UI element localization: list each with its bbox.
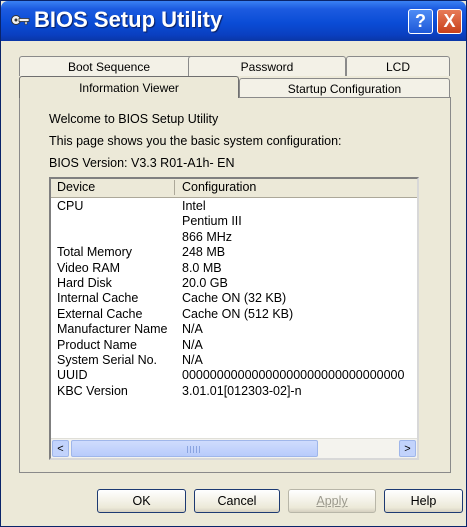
configuration-list[interactable]: Device Configuration CPU Intel Pentium II… xyxy=(49,177,419,460)
tab-startup-configuration[interactable]: Startup Configuration xyxy=(239,78,450,98)
value-cell: N/A xyxy=(182,352,203,367)
value-cell: Cache ON (512 KB) xyxy=(182,306,294,321)
value-cell: 866 MHz xyxy=(182,229,233,244)
table-row[interactable]: Hard Disk 20.0 GB xyxy=(51,276,417,291)
device-cell: KBC Version xyxy=(57,383,128,398)
device-cell: CPU xyxy=(57,199,84,213)
value-cell: N/A xyxy=(182,337,203,352)
value-cell: 248 MB xyxy=(182,245,226,260)
device-cell: Total Memory xyxy=(57,245,133,260)
table-row[interactable]: System Serial No. N/A xyxy=(51,353,417,368)
table-row[interactable]: External Cache Cache ON (512 KB) xyxy=(51,307,417,322)
value-cell: 3.01.01[012303-02]-n xyxy=(182,383,302,398)
device-cell: Video RAM xyxy=(57,260,120,275)
horizontal-scrollbar[interactable]: < > xyxy=(51,438,417,458)
table-row[interactable]: 866 MHz xyxy=(51,230,417,245)
table-row[interactable]: UUID 00000000000000000000000000000000 xyxy=(51,368,417,383)
bios-setup-window: BIOS Setup Utility ? X Boot Sequence Pas… xyxy=(0,0,467,527)
apply-button-label: Apply xyxy=(316,494,348,508)
value-cell: N/A xyxy=(182,322,203,337)
value-cell: 20.0 GB xyxy=(182,275,228,290)
column-divider[interactable] xyxy=(174,180,175,195)
arrow-left-icon[interactable]: < xyxy=(52,440,69,457)
device-cell: Hard Disk xyxy=(57,275,112,290)
device-cell: External Cache xyxy=(57,306,143,321)
window-title: BIOS Setup Utility xyxy=(34,7,223,32)
apply-button[interactable]: Apply xyxy=(288,489,376,513)
table-row[interactable]: Video RAM 8.0 MB xyxy=(51,261,417,276)
value-cell: 00000000000000000000000000000000 xyxy=(182,368,405,383)
device-cell: System Serial No. xyxy=(57,352,158,367)
arrow-right-icon[interactable]: > xyxy=(399,440,416,457)
device-cell: Manufacturer Name xyxy=(57,322,168,337)
table-row[interactable]: KBC Version 3.01.01[012303-02]-n xyxy=(51,384,417,399)
device-cell: Internal Cache xyxy=(57,291,139,306)
welcome-text: Welcome to BIOS Setup Utility xyxy=(49,112,219,126)
list-rows: CPU Intel Pentium III 866 MHz Total Memor… xyxy=(51,199,417,399)
tab-boot-sequence[interactable]: Boot Sequence xyxy=(19,56,199,76)
bios-version-text: BIOS Version: V3.3 R01-A1h- EN xyxy=(49,156,235,170)
description-text: This page shows you the basic system con… xyxy=(49,134,342,148)
tab-lcd[interactable]: LCD xyxy=(346,56,450,76)
value-cell: 8.0 MB xyxy=(182,260,222,275)
cancel-button[interactable]: Cancel xyxy=(194,489,280,513)
device-cell: UUID xyxy=(57,368,88,383)
key-icon xyxy=(11,15,30,25)
table-row[interactable]: Pentium III xyxy=(51,214,417,229)
grip-icon xyxy=(187,446,201,453)
ok-button[interactable]: OK xyxy=(97,489,186,513)
table-row[interactable]: CPU Intel xyxy=(51,199,417,214)
value-cell: Cache ON (32 KB) xyxy=(182,291,287,306)
list-header: Device Configuration xyxy=(51,179,417,198)
scrollbar-thumb[interactable] xyxy=(71,440,318,457)
help-icon[interactable]: ? xyxy=(408,9,433,34)
tab-information-viewer[interactable]: Information Viewer xyxy=(19,76,239,98)
title-bar[interactable]: BIOS Setup Utility ? X xyxy=(1,1,466,41)
column-header-device[interactable]: Device xyxy=(57,180,95,194)
help-button[interactable]: Help xyxy=(384,489,463,513)
device-cell: Product Name xyxy=(57,337,137,352)
table-row[interactable]: Internal Cache Cache ON (32 KB) xyxy=(51,291,417,306)
value-cell: Pentium III xyxy=(182,214,242,229)
column-header-configuration[interactable]: Configuration xyxy=(182,180,256,194)
close-icon[interactable]: X xyxy=(437,9,462,34)
value-cell: Intel xyxy=(182,199,206,213)
table-row[interactable]: Total Memory 248 MB xyxy=(51,245,417,260)
table-row[interactable]: Manufacturer Name N/A xyxy=(51,322,417,337)
table-row[interactable]: Product Name N/A xyxy=(51,338,417,353)
tab-password[interactable]: Password xyxy=(188,56,346,76)
